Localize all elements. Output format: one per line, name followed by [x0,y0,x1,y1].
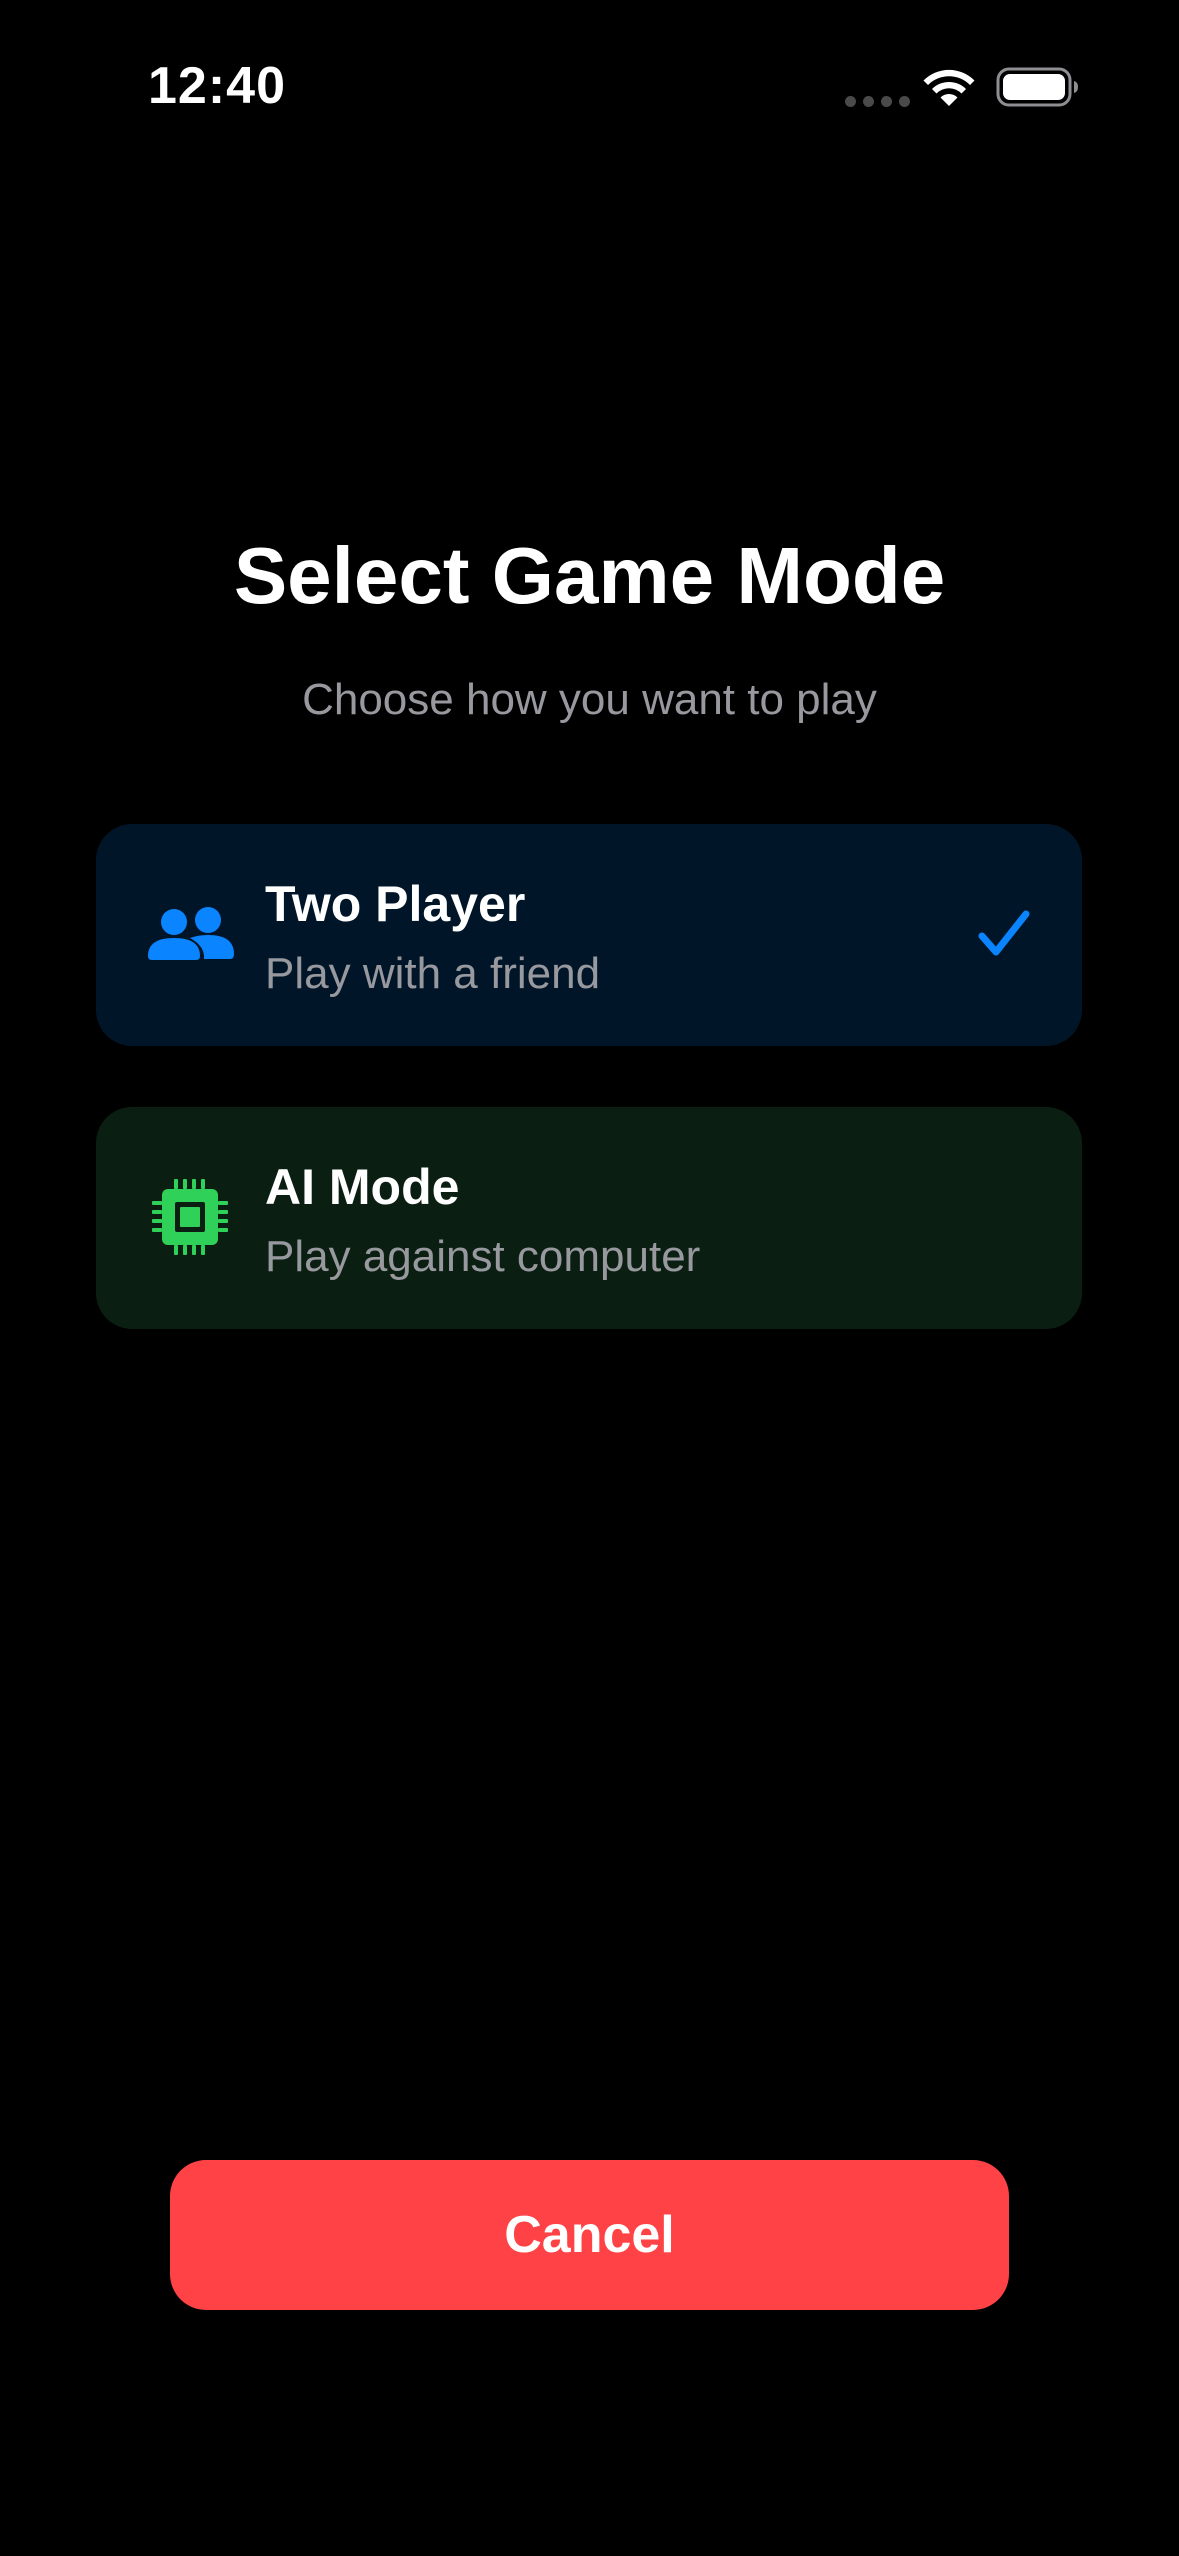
two-player-option[interactable]: Two Player Play with a friend [96,824,1082,1046]
wifi-icon [923,69,975,106]
two-people-icon [148,907,234,960]
battery-icon [996,67,1078,107]
option-title: AI Mode [265,1159,460,1215]
ai-mode-option[interactable]: AI Mode Play against computer [96,1107,1082,1329]
status-time: 12:40 [148,57,286,115]
option-description: Play with a friend [265,949,601,998]
cpu-chip-icon [152,1179,228,1255]
status-bar: 12:40 [0,0,1179,170]
cellular-signal-icon [845,96,910,107]
page-subtitle: Choose how you want to play [302,675,877,724]
checkmark-icon [978,910,1030,956]
option-title: Two Player [265,876,526,932]
page-title: Select Game Mode [233,531,946,620]
cancel-button[interactable]: Cancel [170,2160,1009,2310]
option-description: Play against computer [265,1232,701,1281]
